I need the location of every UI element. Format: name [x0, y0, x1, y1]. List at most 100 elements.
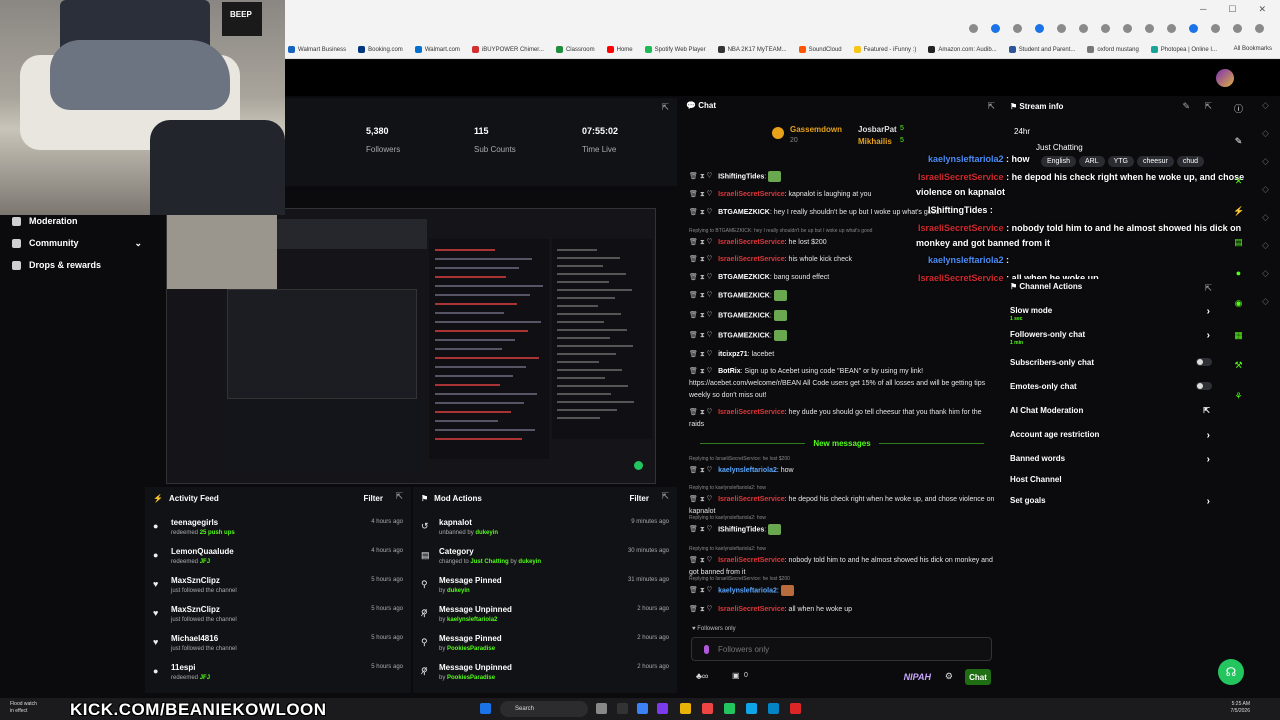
bookmark-item[interactable]: NBA 2K17 MyTEAM...	[717, 46, 787, 53]
activity-row[interactable]: ♥ MaxSznClipz just followed the channel 5 …	[145, 572, 411, 601]
stream-tag[interactable]: English	[1041, 156, 1076, 167]
layout-icon[interactable]: ▦	[1233, 330, 1244, 341]
activity-row[interactable]: ● 11espi redeemed JFJ 5 hours ago	[145, 659, 411, 688]
broadcast-icon[interactable]: ◉	[1233, 298, 1244, 309]
activity-user[interactable]: 11espi	[171, 663, 195, 672]
popout-icon[interactable]: ⇱	[395, 491, 403, 502]
chat-username[interactable]: BTGAMEZKICK	[718, 332, 770, 339]
chat-username[interactable]: IShiftingTides	[718, 526, 764, 533]
mod-tools-icon[interactable]: 🗑 ⧗ ♡	[689, 351, 712, 358]
chat-input-box[interactable]	[691, 637, 992, 661]
user-avatar[interactable]	[1216, 69, 1234, 87]
nipah-emote[interactable]: NIPAH	[904, 672, 931, 682]
help-button[interactable]: ☊	[1218, 659, 1244, 685]
chat-username[interactable]: IsraeliSecretService	[718, 191, 785, 198]
bookmark-item[interactable]: iBUYPOWER Chimer...	[471, 46, 544, 53]
bookmark-item[interactable]: Amazon.com: Audib...	[928, 46, 997, 53]
mod-tools-icon[interactable]: 🗑 ⧗ ♡	[689, 557, 712, 564]
chat-username[interactable]: IsraeliSecretService	[718, 496, 785, 503]
channel-action-2[interactable]: Subscribers-only chat	[1010, 358, 1216, 367]
popout-icon[interactable]: ⇱	[661, 102, 669, 113]
bookmark-item[interactable]: Home	[606, 46, 633, 53]
chat-username[interactable]: BTGAMEZKICK	[718, 292, 770, 299]
nav-item-community[interactable]: Community ⌄	[12, 238, 142, 248]
mod-action-target[interactable]: PookiesParadise	[447, 675, 495, 681]
mod-action-row[interactable]: ▤ Category changed to Just Chatting by duk…	[413, 543, 677, 572]
app-icon[interactable]	[768, 703, 779, 714]
mod-action-row[interactable]: ⚲ Message Pinned by dukeyin 31 minutes ago	[413, 572, 677, 601]
mod-tools-icon[interactable]: 🗑 ⧗ ♡	[689, 312, 712, 319]
channel-action-1[interactable]: Followers-only chat 1 min ›	[1010, 330, 1216, 346]
browser-sidebar-icon[interactable]: ◇	[1262, 296, 1272, 306]
browser-sidebar-icon[interactable]: ◇	[1262, 128, 1272, 138]
nav-item-moderation[interactable]: Moderation	[12, 216, 78, 226]
pen-icon[interactable]: ✎	[1233, 136, 1244, 147]
gear-icon[interactable]: ⚙	[945, 671, 953, 682]
toggle-switch[interactable]	[1196, 382, 1212, 390]
activity-user[interactable]: Michael4816	[171, 634, 218, 643]
taskbar-search[interactable]: Search	[500, 701, 588, 717]
reply-context[interactable]: Replying to BTGAMEZKICK: hey I really sh…	[689, 228, 872, 234]
chat-username[interactable]: kaelynsleftariola2	[718, 587, 777, 594]
popout-icon[interactable]: ⇱	[1204, 101, 1212, 112]
bookmark-star-icon[interactable]	[991, 24, 1000, 33]
reply-context[interactable]: Replying to kaelynsleftariola2: how	[689, 546, 766, 552]
chat-message[interactable]: 🗑 ⧗ ♡ IsraeliSecretService: all when he w…	[689, 604, 995, 616]
chat-message[interactable]: 🗑 ⧗ ♡ BTGAMEZKICK:	[689, 310, 995, 322]
edit-icon[interactable]: ✎	[1182, 101, 1190, 112]
activity-user[interactable]: LemonQuaalude	[171, 547, 234, 556]
chat-username[interactable]: itcixpz71	[718, 351, 748, 358]
toggle-switch[interactable]	[1196, 358, 1212, 366]
extension-icon[interactable]	[1145, 24, 1154, 33]
extension-icon[interactable]	[1035, 24, 1044, 33]
mod-tools-icon[interactable]: 🗑 ⧗ ♡	[689, 173, 712, 180]
channel-action-3[interactable]: Emotes-only chat	[1010, 382, 1216, 391]
gift-icon[interactable]: ▣	[732, 671, 740, 680]
extension-icon[interactable]	[1101, 24, 1110, 33]
activity-user[interactable]: MaxSznClipz	[171, 576, 220, 585]
mod-tools-icon[interactable]: 🗑 ⧗ ♡	[689, 191, 712, 198]
chat-username[interactable]: BTGAMEZKICK	[718, 209, 770, 216]
close-icon[interactable]: ✕	[1233, 176, 1244, 187]
activity-row[interactable]: ♥ Michael4816 just followed the channel 5 …	[145, 630, 411, 659]
chat-bubble-icon[interactable]: ●	[1233, 268, 1244, 279]
mod-tools-icon[interactable]: 🗑 ⧗ ♡	[689, 526, 712, 533]
clipboard-icon[interactable]: ▤	[1233, 237, 1244, 248]
wrench-icon[interactable]: ⚒	[1233, 360, 1244, 371]
bookmark-item[interactable]: Spotify Web Player	[644, 46, 706, 53]
activity-row[interactable]: ● LemonQuaalude redeemed JFJ 4 hours ago	[145, 543, 411, 572]
channel-action-7[interactable]: Host Channel	[1010, 475, 1216, 484]
browser-sidebar-icon[interactable]: ◇	[1262, 184, 1272, 194]
activity-user[interactable]: MaxSznClipz	[171, 605, 220, 614]
bookmark-item[interactable]: SoundCloud	[798, 46, 842, 53]
stream-tag[interactable]: chud	[1176, 156, 1205, 167]
extension-icon[interactable]	[1123, 24, 1132, 33]
mod-tools-icon[interactable]: 🗑 ⧗ ♡	[689, 239, 712, 246]
mod-tools-icon[interactable]: 🗑 ⧗ ♡	[689, 332, 712, 339]
extension-icon[interactable]	[1189, 24, 1198, 33]
bookmark-item[interactable]: Walmart.com	[414, 46, 460, 53]
mod-tools-icon[interactable]: 🗑 ⧗ ♡	[689, 467, 712, 474]
mod-tools-icon[interactable]: 🗑 ⧗ ♡	[689, 292, 712, 299]
obs-icon[interactable]	[790, 703, 801, 714]
app-icon[interactable]	[702, 703, 713, 714]
channel-action-4[interactable]: AI Chat Moderation ⇱	[1010, 406, 1216, 415]
app-icon[interactable]	[617, 703, 628, 714]
chat-message[interactable]: 🗑 ⧗ ♡ kaelynsleftariola2: how	[689, 465, 995, 477]
extension-icon[interactable]	[1167, 24, 1176, 33]
all-bookmarks-link[interactable]: All Bookmarks	[1234, 46, 1272, 52]
extension-icon[interactable]	[1211, 24, 1220, 33]
start-icon[interactable]	[480, 703, 491, 714]
filter-button[interactable]: Filter	[629, 494, 649, 503]
mod-tools-icon[interactable]: 🗑 ⧗ ♡	[689, 209, 712, 216]
bookmark-item[interactable]: Student and Parent...	[1008, 46, 1075, 53]
chat-message[interactable]: 🗑 ⧗ ♡ IShiftingTides:	[689, 524, 995, 536]
browser-sidebar-icon[interactable]: ◇	[1262, 268, 1272, 278]
info-icon[interactable]: ⓘ	[1233, 104, 1244, 115]
chat-username[interactable]: IsraeliSecretService	[718, 557, 785, 564]
minimize-button[interactable]: ─	[1200, 4, 1206, 15]
reply-context[interactable]: Replying to kaelynsleftariola2: how	[689, 515, 766, 521]
mod-action-row[interactable]: ⚲̸ Message Unpinned by PookiesParadise 2 ho…	[413, 659, 677, 688]
activity-row[interactable]: ● teenagegirls redeemed 25 push ups 4 hours…	[145, 514, 411, 543]
chat-send-button[interactable]: Chat	[965, 669, 991, 685]
